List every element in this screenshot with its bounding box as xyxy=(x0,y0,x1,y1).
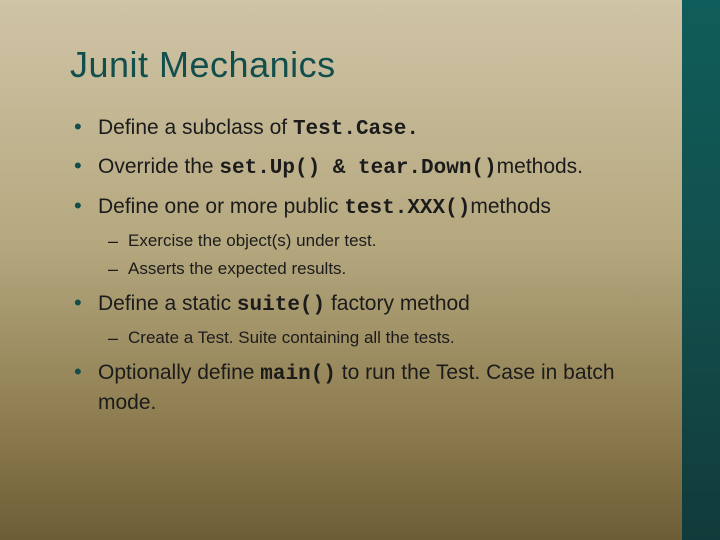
sub-list: Exercise the object(s) under test. Asser… xyxy=(106,230,660,280)
bullet-text: Override the xyxy=(98,155,219,178)
sub-list: Create a Test. Suite containing all the … xyxy=(106,327,660,349)
code-text: set.Up() & tear.Down() xyxy=(219,157,496,180)
bullet-text: Optionally define xyxy=(98,361,260,384)
code-text: Test.Case. xyxy=(293,118,419,141)
sub-item: Exercise the object(s) under test. xyxy=(106,230,660,252)
bullet-text: methods xyxy=(470,195,551,218)
sub-text: Create a Test. Suite containing all the … xyxy=(128,328,455,347)
bullet-list: Define a subclass of Test.Case. Override… xyxy=(70,114,660,416)
bullet-item: Define one or more public test.XXX()meth… xyxy=(70,193,660,280)
bullet-text: Define a static xyxy=(98,292,237,315)
bullet-text: Define a subclass of xyxy=(98,116,293,139)
code-text: suite() xyxy=(237,294,325,317)
slide: Junit Mechanics Define a subclass of Tes… xyxy=(0,0,720,540)
bullet-text: methods. xyxy=(497,155,583,178)
bullet-item: Define a subclass of Test.Case. xyxy=(70,114,660,143)
sub-item: Asserts the expected results. xyxy=(106,258,660,280)
bullet-item: Optionally define main() to run the Test… xyxy=(70,359,660,416)
bullet-item: Define a static suite() factory method C… xyxy=(70,290,660,349)
bullet-item: Override the set.Up() & tear.Down()metho… xyxy=(70,153,660,182)
accent-bar xyxy=(682,0,720,540)
slide-content: Junit Mechanics Define a subclass of Tes… xyxy=(70,44,660,426)
code-text: test.XXX() xyxy=(344,197,470,220)
bullet-text: factory method xyxy=(325,292,470,315)
bullet-text: Define one or more public xyxy=(98,195,344,218)
sub-text: Exercise the object(s) under test. xyxy=(128,231,377,250)
slide-title: Junit Mechanics xyxy=(70,44,660,86)
code-text: main() xyxy=(260,363,336,386)
sub-item: Create a Test. Suite containing all the … xyxy=(106,327,660,349)
sub-text: Asserts the expected results. xyxy=(128,259,346,278)
